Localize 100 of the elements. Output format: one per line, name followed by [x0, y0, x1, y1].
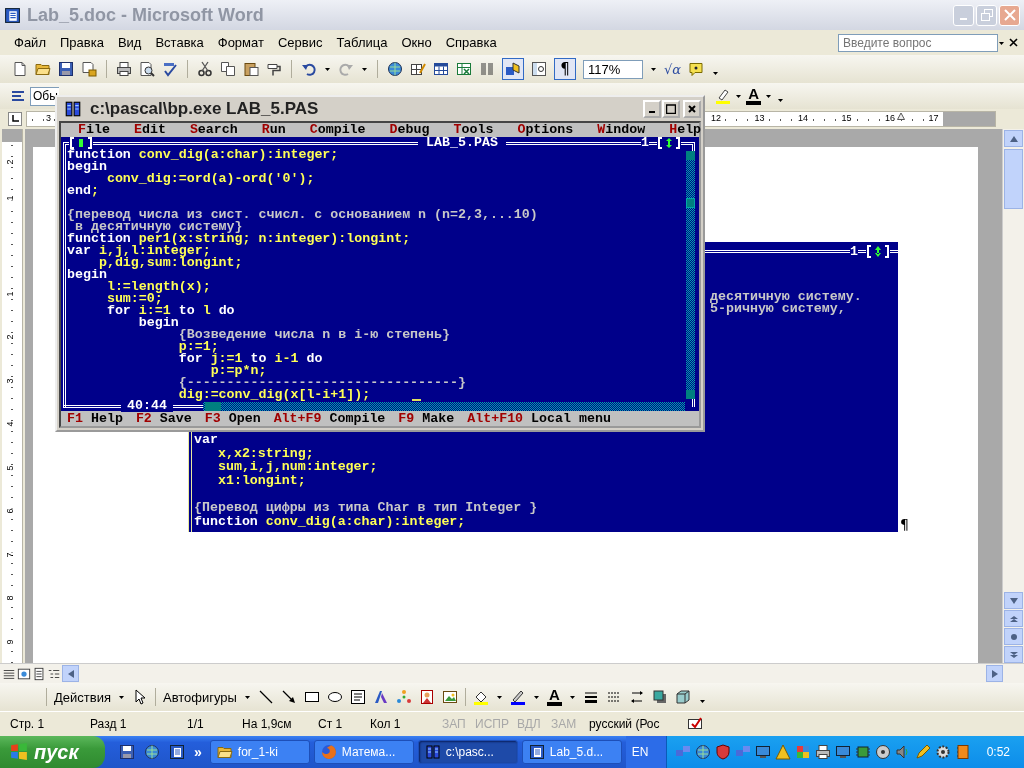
warning-icon[interactable]: [774, 744, 791, 760]
clip-art-icon[interactable]: [418, 689, 435, 705]
line-style-icon[interactable]: [582, 689, 599, 705]
menu-item[interactable]: Окно: [395, 33, 438, 52]
hint-item[interactable]: F3 Open: [204, 411, 261, 426]
minimize-button[interactable]: [643, 100, 661, 118]
font-color-button[interactable]: A: [746, 87, 761, 105]
scroll-right-button[interactable]: [986, 665, 1003, 682]
menu-item[interactable]: Debug: [389, 123, 430, 137]
clipboard-icon[interactable]: [243, 61, 259, 77]
document-map-icon[interactable]: [531, 61, 547, 77]
hint-item[interactable]: F9 Make: [398, 411, 455, 426]
start-button[interactable]: пуск: [0, 736, 105, 768]
vertical-scrollbar[interactable]: [1002, 129, 1024, 663]
menu-item[interactable]: Таблица: [330, 33, 394, 52]
menu-item[interactable]: File: [78, 123, 110, 137]
next-page-button[interactable]: [1004, 646, 1023, 663]
copy-icon[interactable]: [220, 61, 236, 77]
spreadsheet-icon[interactable]: [456, 61, 472, 77]
globe-icon[interactable]: [694, 744, 711, 760]
menu-item[interactable]: Search: [189, 123, 238, 137]
print-layout-icon[interactable]: [32, 666, 46, 681]
shadow-icon[interactable]: [651, 689, 668, 705]
document-icon[interactable]: [169, 744, 185, 760]
previous-page-button[interactable]: [1004, 610, 1023, 627]
disc-icon[interactable]: [874, 744, 891, 760]
page-lock-icon[interactable]: [81, 61, 97, 77]
browse-object-button[interactable]: [1004, 628, 1023, 645]
help-bubble-icon[interactable]: [688, 61, 705, 77]
scroll-thumb[interactable]: [1004, 149, 1023, 209]
menu-item[interactable]: Tools: [453, 123, 494, 137]
formatting-marks-button[interactable]: ¶: [554, 58, 576, 80]
hint-item[interactable]: Alt+F10 Local menu: [467, 411, 611, 426]
shield-icon[interactable]: [714, 744, 731, 760]
menu-item[interactable]: Файл: [8, 33, 52, 52]
menu-item[interactable]: Window: [597, 123, 646, 137]
monitor-icon[interactable]: [834, 744, 851, 760]
text-box-icon[interactable]: [349, 689, 366, 705]
autoshapes-menu[interactable]: Автофигуры: [162, 689, 237, 705]
hint-item[interactable]: Alt+F9 Compile: [273, 411, 386, 426]
format-painter-icon[interactable]: [266, 61, 282, 77]
scissors-icon[interactable]: [197, 61, 213, 77]
scroll-thumb[interactable]: [204, 401, 221, 411]
scroll-thumb[interactable]: [686, 198, 695, 208]
new-document-icon[interactable]: [12, 61, 28, 77]
taskbar-button[interactable]: c:\pasc...: [417, 740, 518, 764]
globe-link-icon[interactable]: [387, 61, 403, 77]
notebook-icon[interactable]: [954, 744, 971, 760]
quick-launch-chevron[interactable]: »: [194, 744, 202, 760]
speaker-icon[interactable]: [894, 744, 911, 760]
zoom-box-icon[interactable]: [657, 137, 681, 149]
zoom-box[interactable]: 117%: [583, 59, 643, 79]
maximize-button[interactable]: [662, 100, 680, 118]
spell-check-icon[interactable]: [162, 61, 178, 77]
actions-menu[interactable]: Действия: [54, 689, 111, 705]
fill-color-icon[interactable]: [472, 689, 489, 705]
horizontal-scrollbar[interactable]: [202, 401, 685, 411]
menu-item[interactable]: Правка: [53, 33, 110, 52]
rectangle-icon[interactable]: [303, 689, 320, 705]
arrow-icon[interactable]: [280, 689, 297, 705]
oval-icon[interactable]: [326, 689, 343, 705]
menu-item[interactable]: Вид: [111, 33, 148, 52]
pencil-icon[interactable]: [914, 744, 931, 760]
gear-icon[interactable]: [934, 744, 951, 760]
cube-icon[interactable]: [674, 689, 691, 705]
line-icon[interactable]: [257, 689, 274, 705]
menu-item[interactable]: Compile: [309, 123, 366, 137]
close-button[interactable]: [683, 100, 701, 118]
chip-icon[interactable]: [854, 744, 871, 760]
close-icon[interactable]: [1009, 38, 1018, 47]
wordart-icon[interactable]: [372, 689, 389, 705]
columns-icon[interactable]: [479, 61, 495, 77]
hint-item[interactable]: F1 Help: [67, 411, 123, 426]
language-indicator[interactable]: EN: [625, 736, 666, 768]
diagram-icon[interactable]: [395, 689, 412, 705]
dash-style-icon[interactable]: [605, 689, 622, 705]
spelling-status-icon[interactable]: [687, 716, 703, 732]
menu-item[interactable]: Формат: [211, 33, 270, 52]
undo-icon[interactable]: [301, 61, 317, 77]
menu-item[interactable]: Run: [261, 123, 286, 137]
menu-item[interactable]: Edit: [133, 123, 166, 137]
vertical-scrollbar[interactable]: [686, 151, 695, 399]
print-preview-icon[interactable]: [139, 61, 155, 77]
monitor-icon[interactable]: [754, 744, 771, 760]
scroll-left-button[interactable]: [62, 665, 79, 682]
equation-button[interactable]: √α: [664, 61, 682, 77]
taskbar-button[interactable]: Матема...: [313, 740, 414, 764]
web-view-icon[interactable]: [17, 666, 31, 681]
tab-stop-selector[interactable]: [8, 112, 22, 126]
indent-marker-icon[interactable]: [897, 112, 905, 120]
scroll-down-button[interactable]: [1004, 592, 1023, 609]
menu-item[interactable]: Справка: [439, 33, 503, 52]
folder-icon[interactable]: [35, 61, 51, 77]
font-color-button[interactable]: A: [546, 688, 562, 706]
highlighter-icon[interactable]: [715, 88, 732, 104]
line-color-icon[interactable]: [509, 689, 526, 705]
close-box-icon[interactable]: [69, 137, 93, 149]
taskbar-button[interactable]: Lab_5.d...: [521, 740, 622, 764]
picture-icon[interactable]: [441, 689, 458, 705]
printer-icon[interactable]: [814, 744, 831, 760]
